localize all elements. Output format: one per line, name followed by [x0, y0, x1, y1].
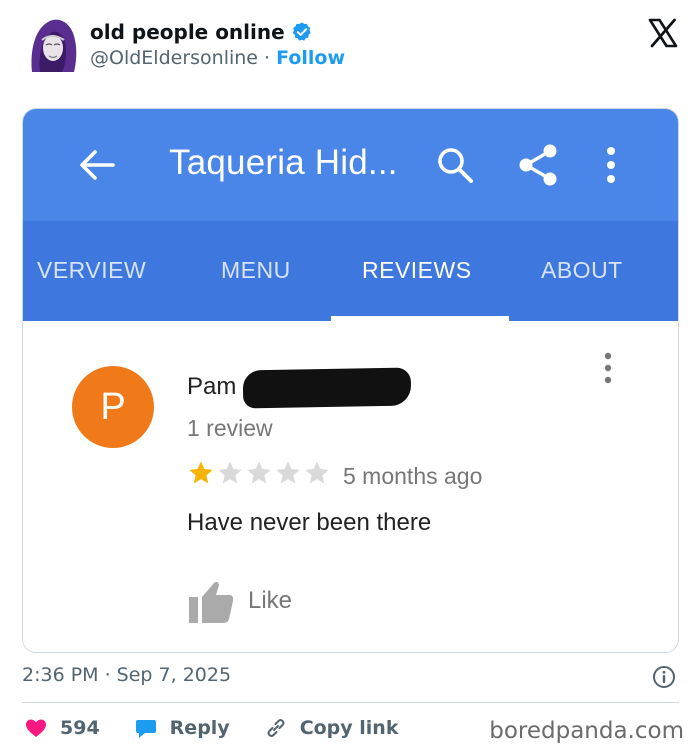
- divider: [22, 702, 679, 703]
- tab-menu[interactable]: MENU: [221, 257, 291, 284]
- watermark: boredpanda.com: [489, 718, 684, 744]
- heart-icon[interactable]: [24, 716, 48, 740]
- star-empty-icon: [305, 461, 329, 484]
- tab-reviews[interactable]: REVIEWS: [362, 257, 472, 284]
- verified-badge-icon: [292, 22, 311, 41]
- link-icon[interactable]: [264, 716, 288, 740]
- post-timestamp[interactable]: 2:36 PM · Sep 7, 2025: [22, 664, 231, 686]
- action-bar: 594 Reply Copy link: [24, 714, 432, 742]
- author-name[interactable]: old people online: [90, 20, 285, 44]
- place-title: Taqueria Hid...: [169, 143, 398, 182]
- embedded-screenshot[interactable]: Taqueria Hid... VERVIEW MENU REVIEWS ABO…: [22, 108, 679, 653]
- review-more-options-icon[interactable]: [601, 351, 615, 385]
- reply-label: Reply: [169, 717, 230, 739]
- follow-button[interactable]: Follow: [276, 47, 345, 69]
- reply-action[interactable]: Reply: [134, 716, 230, 740]
- handle-separator: ·: [264, 47, 271, 69]
- author-avatar[interactable]: [26, 16, 78, 74]
- star-empty-icon: [247, 461, 271, 484]
- x-logo-icon[interactable]: [648, 18, 678, 48]
- review-time: 5 months ago: [343, 463, 483, 489]
- reviewer-avatar[interactable]: P: [72, 366, 154, 448]
- review-text: Have never been there: [187, 509, 432, 536]
- like-button[interactable]: Like: [248, 587, 292, 615]
- reviewer-name[interactable]: Pam: [187, 373, 236, 401]
- search-icon[interactable]: [435, 145, 475, 185]
- like-count: 594: [60, 717, 100, 739]
- copy-link-label: Copy link: [299, 717, 399, 739]
- star-empty-icon: [276, 461, 300, 484]
- reply-bubble-icon[interactable]: [134, 716, 158, 740]
- back-arrow-icon[interactable]: [77, 145, 117, 185]
- redaction-mark: [242, 367, 412, 409]
- post-card: old people online @OldEldersonline · Fol…: [0, 0, 700, 755]
- tab-about[interactable]: ABOUT: [541, 257, 623, 284]
- like-action[interactable]: 594: [24, 716, 100, 740]
- star-filled-icon: [189, 461, 213, 484]
- reviewer-review-count: 1 review: [187, 415, 273, 441]
- thumbs-up-icon[interactable]: [187, 579, 235, 625]
- handle-row: @OldEldersonline · Follow: [90, 47, 345, 69]
- tab-overview[interactable]: VERVIEW: [37, 257, 146, 284]
- app-bar: Taqueria Hid...: [23, 109, 678, 221]
- more-options-icon[interactable]: [601, 145, 621, 185]
- star-empty-icon: [218, 461, 242, 484]
- copy-link-action[interactable]: Copy link: [264, 716, 399, 740]
- author-name-row[interactable]: old people online: [90, 20, 313, 44]
- review-item: P Pam 1 review 5 months ago Have never b…: [23, 321, 678, 652]
- info-icon[interactable]: [652, 665, 676, 689]
- share-icon[interactable]: [517, 143, 559, 187]
- author-handle[interactable]: @OldEldersonline: [90, 47, 258, 69]
- star-rating: [187, 459, 331, 487]
- tab-bar: VERVIEW MENU REVIEWS ABOUT: [23, 221, 678, 321]
